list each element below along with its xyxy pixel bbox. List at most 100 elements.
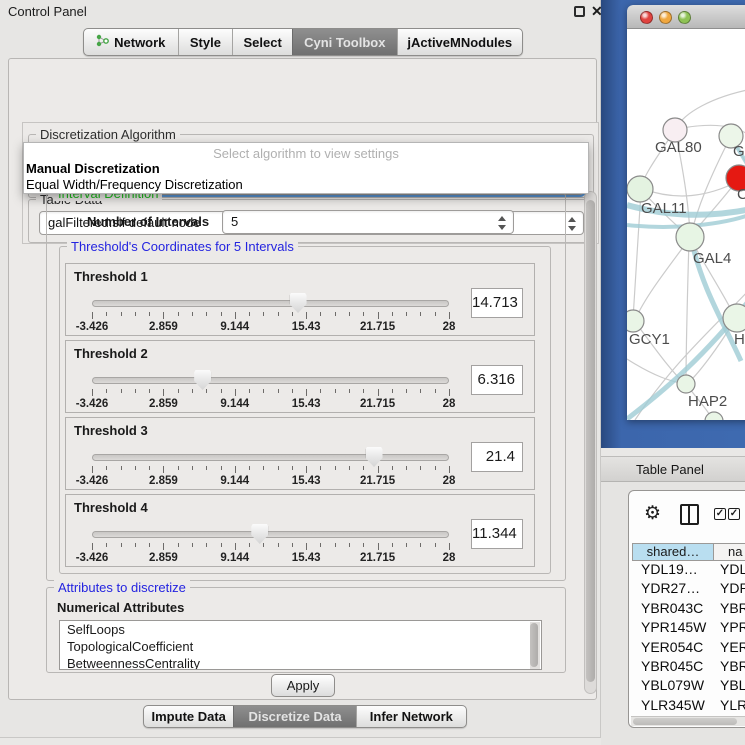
network-edge: [686, 239, 689, 383]
checkbox-icon[interactable]: ✓: [714, 508, 726, 520]
tab-discretize-data[interactable]: Discretize Data: [233, 706, 355, 727]
number-of-intervals-combobox[interactable]: 5: [222, 210, 514, 234]
numerical-attributes-label: Numerical Attributes: [57, 600, 184, 615]
slider-tick: [92, 466, 93, 473]
slider-thumb[interactable]: [194, 370, 211, 390]
slider-tick-label: 9.144: [220, 552, 249, 564]
table-row[interactable]: YDL19…YDL1: [632, 561, 745, 580]
slider-tick-label: -3.426: [76, 475, 109, 487]
table-row[interactable]: YLR345WYLR3: [632, 697, 745, 716]
column-header-name[interactable]: na: [713, 543, 745, 561]
cell-name: YBL0: [720, 677, 745, 693]
network-node-label: GAL4: [693, 250, 731, 267]
dropdown-option-manual[interactable]: Manual Discretization: [26, 161, 160, 176]
content-scrollbar[interactable]: [584, 191, 597, 694]
network-node[interactable]: [723, 304, 745, 332]
slider-tick: [320, 389, 321, 393]
slider-tick: [92, 312, 93, 319]
content-scrollbar-thumb[interactable]: [586, 200, 595, 682]
slider-tick: [306, 312, 307, 319]
slider-tick: [221, 389, 222, 393]
cell-shared-name: YDR27…: [641, 580, 700, 596]
threshold-label: Threshold 4: [74, 500, 148, 515]
minimize-traffic-light[interactable]: [659, 11, 672, 24]
attribute-list-item[interactable]: BetweennessCentrality: [60, 655, 541, 670]
control-panel-titlebar: Control Panel ✕: [0, 0, 601, 22]
network-node[interactable]: [627, 176, 653, 202]
numerical-attributes-list[interactable]: SelfLoopsTopologicalCoefficientBetweenne…: [59, 620, 542, 670]
float-window-icon[interactable]: [574, 6, 585, 17]
table-rows[interactable]: YDL19…YDL1YDR27…YDR2YBR043CYBR0YPR145WYP…: [632, 561, 745, 717]
table-row[interactable]: YBR043CYBR0: [632, 600, 745, 619]
slider-tick-label: 2.859: [149, 475, 178, 487]
tab-label: Infer Network: [370, 709, 453, 724]
network-node[interactable]: [677, 375, 695, 393]
threshold-value-field[interactable]: 14.713: [471, 288, 523, 318]
list-scrollbar[interactable]: [530, 622, 540, 670]
tab-cyni-toolbox[interactable]: Cyni Toolbox: [292, 29, 397, 55]
network-node-label: HAP2: [688, 393, 727, 410]
slider-track[interactable]: [92, 531, 449, 538]
slider-track[interactable]: [92, 377, 449, 384]
slider-thumb[interactable]: [366, 447, 383, 467]
table-row[interactable]: YPR145WYPR1: [632, 619, 745, 638]
network-node[interactable]: [627, 310, 644, 332]
close-traffic-light[interactable]: [640, 11, 653, 24]
column-header-shared[interactable]: shared…: [632, 543, 714, 561]
tab-network[interactable]: Network: [84, 29, 178, 55]
slider-tick: [363, 543, 364, 547]
table-row[interactable]: YER054CYER0: [632, 639, 745, 658]
checkbox-icon[interactable]: ✓: [728, 508, 740, 520]
slider-tick: [406, 543, 407, 547]
threshold-panel-4: Threshold 4-3.4262.8599.14415.4321.71528…: [65, 494, 535, 567]
network-node[interactable]: [676, 223, 704, 251]
zoom-traffic-light[interactable]: [678, 11, 691, 24]
slider-tick: [378, 543, 379, 550]
tab-label: Network: [114, 35, 165, 50]
network-node-label: H: [734, 331, 745, 348]
slider-tick-label: 28: [443, 552, 456, 564]
cell-name: YBR0: [720, 600, 745, 616]
slider-tick: [320, 466, 321, 470]
slider-tick: [278, 466, 279, 470]
tab-label: Cyni Toolbox: [304, 35, 385, 50]
tab-label: Discretize Data: [248, 709, 341, 724]
table-row[interactable]: YBL079WYBL0: [632, 677, 745, 696]
attribute-list-item[interactable]: TopologicalCoefficient: [60, 638, 541, 655]
slider-tick-label: 21.715: [360, 398, 395, 410]
table-horizontal-scrollbar[interactable]: [631, 716, 745, 726]
scrollbar-thumb[interactable]: [633, 718, 737, 725]
slider-tick-label: 2.859: [149, 321, 178, 333]
slider-track[interactable]: [92, 454, 449, 461]
slider-tick: [320, 312, 321, 316]
tab-infer-network[interactable]: Infer Network: [356, 706, 466, 727]
threshold-value-field[interactable]: 21.4: [471, 442, 523, 472]
network-canvas[interactable]: GAL80G.CGAL11GAL4GCY1HHAP2: [627, 29, 745, 420]
table-row[interactable]: YDR27…YDR2: [632, 580, 745, 599]
slider-tick: [178, 389, 179, 393]
threshold-value-field[interactable]: 6.316: [471, 365, 523, 395]
threshold-value-field[interactable]: 11.344: [471, 519, 523, 549]
table-row[interactable]: YBR045CYBR0: [632, 658, 745, 677]
tab-jactivemnodules[interactable]: jActiveMNodules: [397, 29, 522, 55]
slider-tick: [263, 312, 264, 316]
cell-name: YPR1: [720, 619, 745, 635]
attribute-list-item[interactable]: SelfLoops: [60, 621, 541, 638]
slider-thumb[interactable]: [290, 293, 307, 313]
cyni-toolbox-content: Discretization Algorithm Table Data galF…: [8, 58, 597, 700]
slider-thumb[interactable]: [251, 524, 268, 544]
tab-impute-data[interactable]: Impute Data: [144, 706, 233, 727]
tab-style[interactable]: Style: [178, 29, 233, 55]
slider-tick: [192, 389, 193, 393]
tab-label: jActiveMNodules: [407, 35, 512, 50]
dropdown-option-equal-width[interactable]: Equal Width/Frequency Discretization: [26, 177, 243, 192]
gear-icon[interactable]: ⚙: [644, 502, 661, 525]
network-window-titlebar[interactable]: [627, 5, 745, 29]
table-card: ⚙ ✓ ✓ shared… na YDL19…YDL1YDR27…YDR2YBR…: [628, 490, 745, 728]
apply-button[interactable]: Apply: [271, 674, 335, 697]
split-view-icon[interactable]: [680, 504, 699, 525]
tab-select[interactable]: Select: [232, 29, 292, 55]
list-scrollbar-thumb[interactable]: [530, 623, 538, 667]
slider-track[interactable]: [92, 300, 449, 307]
network-node[interactable]: [705, 412, 723, 420]
